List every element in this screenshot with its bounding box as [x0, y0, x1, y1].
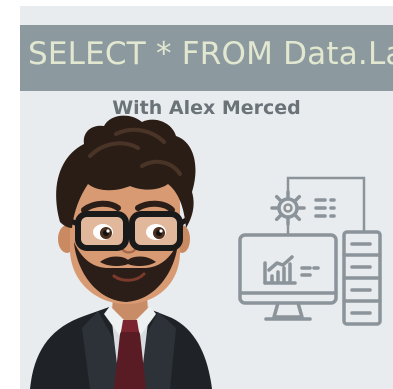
monitor-chart-icon [238, 233, 338, 321]
cover-art: SELECT * FROM Data.Lake With Alex Merced [20, 6, 393, 389]
server-rack-icon [342, 230, 382, 326]
cartoon-avatar [30, 115, 212, 389]
gear-icon [270, 190, 306, 226]
tie-knot [121, 320, 139, 332]
glasses [67, 211, 188, 251]
cover-illustration [30, 115, 382, 389]
podcast-cover-canvas: SELECT * FROM Data.Lake With Alex Merced [0, 0, 393, 389]
list-icon [314, 198, 336, 218]
